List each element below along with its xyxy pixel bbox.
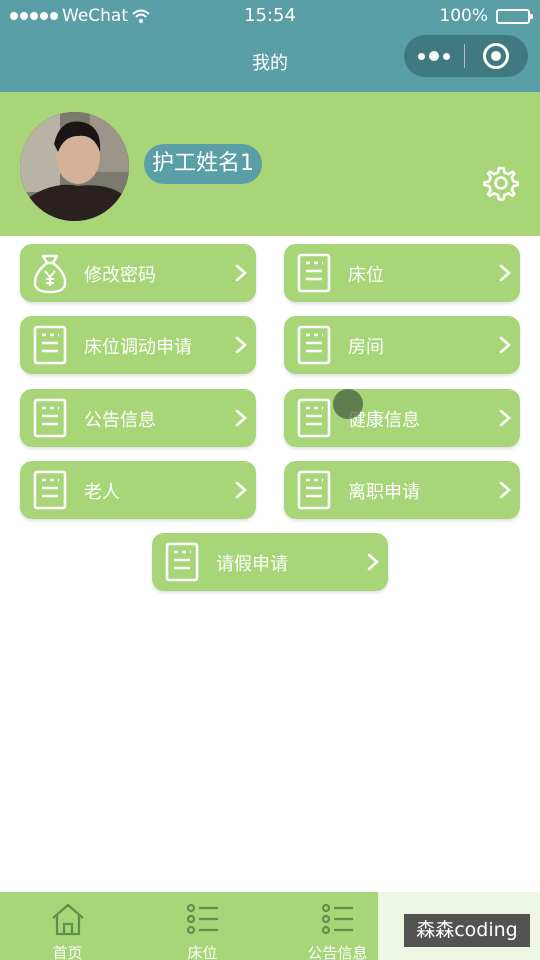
tab-bed[interactable]: 床位 (135, 892, 270, 960)
battery-info: 100% (439, 6, 533, 26)
form-icon (297, 325, 331, 365)
caregiver-name: 护工姓名1 (144, 144, 262, 184)
settings-gear-icon[interactable] (483, 165, 519, 201)
battery-icon (496, 8, 533, 24)
menu-label: 房间 (348, 337, 384, 358)
chevron-right-icon (367, 553, 379, 571)
bed-button[interactable]: 床位 (284, 244, 520, 302)
chevron-right-icon (499, 409, 511, 427)
chevron-right-icon (499, 481, 511, 499)
tab-label: 首页 (52, 944, 83, 960)
more-options-icon[interactable] (404, 51, 464, 61)
avatar-photo (20, 112, 129, 221)
elderly-button[interactable]: 老人 (20, 461, 256, 519)
list-icon (186, 903, 218, 935)
miniprogram-capsule (404, 35, 528, 77)
form-icon (297, 470, 331, 510)
chevron-right-icon (235, 336, 247, 354)
navigation-bar: 我的 (0, 32, 540, 92)
list-icon (321, 903, 353, 935)
video-watermark: 森森coding (404, 914, 530, 947)
profile-header: 护工姓名1 (0, 92, 540, 236)
form-icon (33, 470, 67, 510)
tab-announcement[interactable]: 公告信息 (270, 892, 405, 960)
change-password-button[interactable]: 修改密码 (20, 244, 256, 302)
chevron-right-icon (235, 481, 247, 499)
chevron-right-icon (499, 264, 511, 282)
menu-label: 请假申请 (216, 554, 288, 575)
menu-label: 床位 (348, 265, 384, 286)
chevron-right-icon (235, 409, 247, 427)
form-icon (165, 542, 199, 582)
money-bag-icon (33, 254, 67, 294)
menu-label: 老人 (84, 482, 120, 503)
tab-home[interactable]: 首页 (0, 892, 135, 960)
home-icon (51, 903, 84, 936)
form-icon (297, 398, 331, 438)
form-icon (33, 398, 67, 438)
touch-indicator (333, 389, 363, 419)
avatar[interactable] (20, 112, 129, 221)
battery-percent: 100% (439, 6, 488, 26)
close-miniprogram-button[interactable] (465, 43, 527, 69)
leave-request-button[interactable]: 请假申请 (152, 533, 388, 591)
menu-label: 修改密码 (84, 265, 156, 286)
form-icon (33, 325, 67, 365)
bed-transfer-request-button[interactable]: 床位调动申请 (20, 316, 256, 374)
chevron-right-icon (499, 336, 511, 354)
tab-label: 公告信息 (307, 944, 368, 960)
health-info-button[interactable]: 健康信息 (284, 389, 520, 447)
target-icon (483, 43, 509, 69)
room-button[interactable]: 房间 (284, 316, 520, 374)
form-icon (297, 253, 331, 293)
menu-label: 离职申请 (348, 482, 420, 503)
status-bar: WeChat 15:54 100% (0, 0, 540, 32)
resignation-request-button[interactable]: 离职申请 (284, 461, 520, 519)
menu-label: 床位调动申请 (84, 337, 192, 358)
tab-label: 床位 (187, 944, 218, 960)
announcement-button[interactable]: 公告信息 (20, 389, 256, 447)
menu-label: 公告信息 (84, 410, 156, 431)
chevron-right-icon (235, 264, 247, 282)
